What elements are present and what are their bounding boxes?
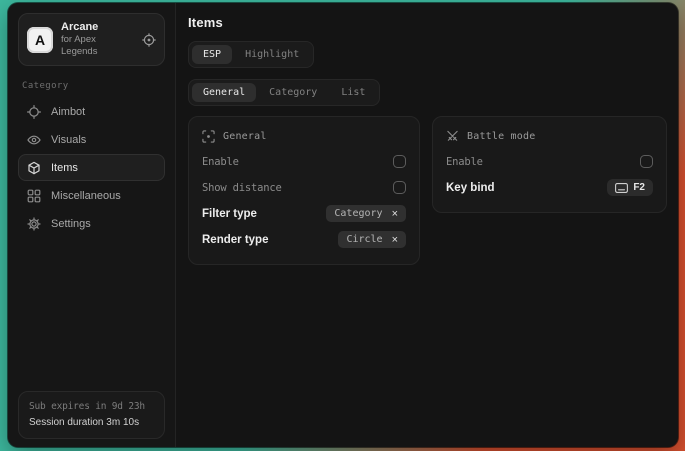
tab-esp[interactable]: ESP — [192, 45, 232, 64]
target-icon[interactable] — [142, 33, 156, 47]
subscription-card: Sub expires in 9d 23h Session duration 3… — [18, 391, 165, 439]
eye-icon — [27, 133, 41, 147]
grid-icon — [27, 189, 41, 203]
panel-title: General — [223, 131, 267, 142]
sidebar-item-miscellaneous[interactable]: Miscellaneous — [18, 182, 165, 209]
sidebar-item-label: Visuals — [51, 134, 86, 146]
tab-general[interactable]: General — [192, 83, 256, 102]
setting-row-show-distance: Show distance — [202, 175, 406, 200]
app-logo-card: A Arcane for Apex Legends — [18, 13, 165, 66]
mode-tabs: ESP Highlight — [188, 41, 314, 68]
setting-row-enable: Enable — [202, 149, 406, 174]
tab-category[interactable]: Category — [258, 83, 328, 102]
filter-type-select[interactable]: Category × — [326, 205, 406, 222]
setting-label: Filter type — [202, 208, 257, 220]
setting-label: Show distance — [202, 182, 282, 194]
render-type-select[interactable]: Circle × — [338, 231, 406, 248]
view-tabs: General Category List — [188, 79, 380, 106]
setting-label: Enable — [202, 156, 239, 168]
app-title-block: Arcane for Apex Legends — [61, 21, 134, 58]
clear-icon[interactable]: × — [392, 209, 398, 219]
panel-general-header: General — [202, 127, 406, 145]
setting-label: Key bind — [446, 182, 495, 194]
cube-icon — [27, 161, 41, 175]
gear-icon — [27, 217, 41, 231]
crosshair-icon — [27, 105, 41, 119]
sidebar-item-settings[interactable]: Settings — [18, 210, 165, 237]
sidebar-item-visuals[interactable]: Visuals — [18, 126, 165, 153]
panel-battle-mode-header: Battle mode — [446, 127, 653, 145]
sidebar-item-label: Items — [51, 162, 78, 174]
panel-title: Battle mode — [467, 131, 535, 142]
sidebar-section-label: Category — [22, 81, 161, 91]
panel-general: General Enable Show distance Filter type… — [188, 116, 420, 265]
enable-checkbox[interactable] — [393, 155, 406, 168]
tab-list[interactable]: List — [330, 83, 376, 102]
session-duration-text: Session duration 3m 10s — [29, 416, 154, 430]
show-distance-checkbox[interactable] — [393, 181, 406, 194]
swords-icon — [446, 130, 459, 143]
sidebar-item-aimbot[interactable]: Aimbot — [18, 98, 165, 125]
panels-row: General Enable Show distance Filter type… — [188, 116, 669, 265]
sidebar-item-label: Aimbot — [51, 106, 85, 118]
sidebar: A Arcane for Apex Legends Category — [8, 3, 176, 447]
sidebar-item-label: Miscellaneous — [51, 190, 121, 202]
setting-label: Render type — [202, 234, 268, 246]
key-bind-value: F2 — [633, 182, 645, 193]
setting-row-filter-type: Filter type Category × — [202, 201, 406, 226]
app-logo: A — [27, 27, 53, 53]
sub-expiry-text: Sub expires in 9d 23h — [29, 400, 154, 414]
sidebar-spacer — [18, 238, 165, 391]
main-content: Items ESP Highlight General Category Lis… — [176, 3, 678, 447]
setting-row-enable: Enable — [446, 149, 653, 174]
tab-highlight[interactable]: Highlight — [234, 45, 310, 64]
panel-battle-mode: Battle mode Enable Key bind — [432, 116, 667, 213]
setting-row-key-bind: Key bind F2 — [446, 175, 653, 200]
select-value: Circle — [346, 234, 382, 245]
key-bind-button[interactable]: F2 — [607, 179, 653, 196]
setting-label: Enable — [446, 156, 483, 168]
scan-icon — [202, 130, 215, 143]
setting-row-render-type: Render type Circle × — [202, 227, 406, 252]
app-window: A Arcane for Apex Legends Category — [8, 3, 678, 447]
clear-icon[interactable]: × — [392, 235, 398, 245]
keyboard-icon — [615, 183, 628, 193]
select-value: Category — [334, 208, 382, 219]
sidebar-item-items[interactable]: Items — [18, 154, 165, 181]
app-subtitle: for Apex Legends — [61, 34, 134, 58]
battle-enable-checkbox[interactable] — [640, 155, 653, 168]
app-name: Arcane — [61, 21, 134, 34]
page-title: Items — [188, 15, 669, 30]
sidebar-nav: Aimbot Visuals Items — [18, 98, 165, 238]
sidebar-item-label: Settings — [51, 218, 91, 230]
